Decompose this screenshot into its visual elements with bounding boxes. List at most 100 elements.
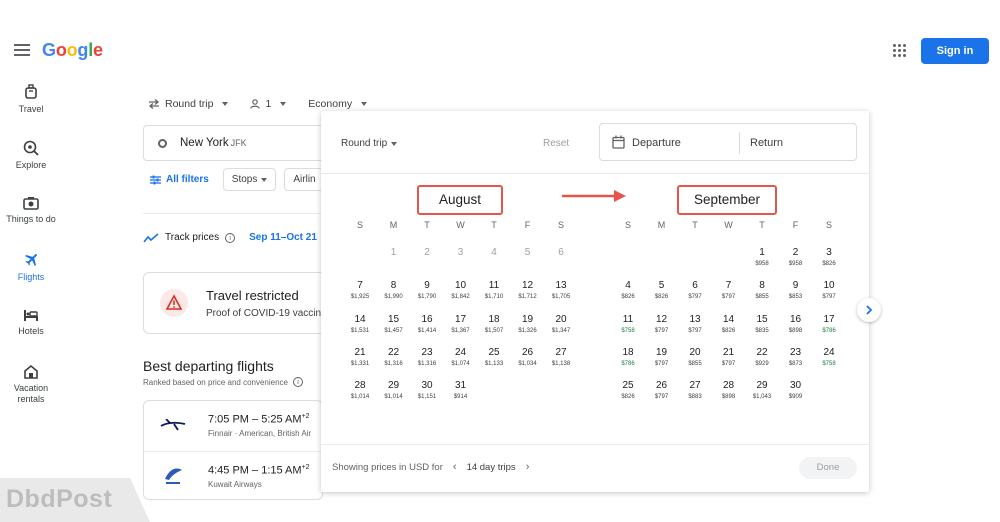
info-icon[interactable]: i [225,232,236,243]
nav-item-explore[interactable]: Explore [0,140,62,170]
calendar-day[interactable]: 19 $797 [645,347,679,367]
cabin-class-select[interactable]: Economy [308,98,368,110]
calendar-day[interactable]: 20 $855 [678,347,712,367]
calendar-day[interactable]: 30 $1,151 [410,380,444,400]
divider [143,213,323,214]
calendar-day[interactable]: 8 $1,990 [377,280,411,300]
calendar-day[interactable]: 22 $1,316 [377,347,411,367]
day-number: 25 [622,380,634,391]
calendar-day[interactable]: 12 $1,712 [511,280,545,300]
calendar-day[interactable]: 16 $898 [779,314,813,334]
origin-input[interactable]: New York JFK [143,125,343,161]
calendar-day[interactable]: 27 $883 [678,380,712,400]
calendar-day[interactable]: 29 $1,014 [377,380,411,400]
calendar-day[interactable]: 25 $1,133 [477,347,511,367]
calendar-day[interactable]: 17 $786 [812,314,846,334]
calendar-day[interactable]: 28 $898 [712,380,746,400]
calendar-day[interactable]: 11 $758 [611,314,645,334]
calendar-day[interactable]: 15 $1,457 [377,314,411,334]
calendar-day[interactable]: 25 $826 [611,380,645,400]
calendar-day[interactable]: 21 $1,331 [343,347,377,367]
google-logo[interactable]: Google [42,40,103,61]
calendar-day[interactable]: 28 $1,014 [343,380,377,400]
calendar-day[interactable]: 18 $786 [611,347,645,367]
calendar-day[interactable]: 23 $1,316 [410,347,444,367]
calendar-day[interactable]: 24 $758 [812,347,846,367]
day-number: 21 [722,347,735,358]
day-price: $1,507 [484,328,504,334]
calendar-day[interactable]: 10 $1,842 [444,280,478,300]
reset-button[interactable]: Reset [543,138,569,149]
menu-icon[interactable] [14,44,30,56]
day-price: $786 [822,328,836,334]
passengers-select[interactable]: 1 [250,98,287,110]
calendar-day[interactable]: 12 $797 [645,314,679,334]
chevron-left-icon[interactable]: ‹ [453,461,457,473]
calendar-day[interactable]: 4 $826 [611,280,645,300]
airlines-filter[interactable]: Airlin [284,168,325,191]
sign-in-button[interactable]: Sign in [921,38,989,64]
nav-item-things-to-do[interactable]: Things to do [0,196,62,224]
calendar-day[interactable]: 21 $797 [712,347,746,367]
calendar-day[interactable]: 7 $797 [712,280,746,300]
calendar-day[interactable]: 16 $1,414 [410,314,444,334]
calendar-day[interactable]: 24 $1,074 [444,347,478,367]
calendar-day[interactable]: 14 $826 [712,314,746,334]
calendar-day[interactable]: 11 $1,710 [477,280,511,300]
camera-icon [23,197,39,210]
calendar-day[interactable]: 8 $855 [745,280,779,300]
day-number: 2 [424,247,430,258]
chevron-right-icon[interactable]: › [526,461,530,473]
calendar-day[interactable]: 13 $1,705 [544,280,578,300]
calendar-day[interactable]: 22 $929 [745,347,779,367]
day-price: $786 [621,361,635,367]
calendar-day[interactable]: 13 $797 [678,314,712,334]
departure-input[interactable]: Departure [632,137,681,149]
trip-type-select[interactable]: Round trip [148,98,229,110]
calendar-day[interactable]: 2 $958 [779,247,813,267]
day-price: $797 [654,328,669,334]
travel-restricted-card[interactable]: Travel restricted Proof of COVID-19 vacc… [143,272,343,334]
day-price: $826 [654,294,669,300]
all-filters-button[interactable]: All filters [150,174,209,185]
stops-filter[interactable]: Stops [222,168,277,191]
calendar-day[interactable]: 20 $1,347 [544,314,578,334]
restricted-title: Travel restricted [206,288,299,303]
calendar-day[interactable]: 23 $873 [779,347,813,367]
day-number: 19 [655,347,668,358]
calendar-day[interactable]: 29 $1,043 [745,380,779,400]
calendar-day[interactable]: 7 $1,925 [343,280,377,300]
track-dates[interactable]: Sep 11–Oct 21 [249,232,317,243]
calendar-day[interactable]: 26 $797 [645,380,679,400]
calendar-day[interactable]: 3 $826 [812,247,846,267]
warning-icon [160,289,188,317]
next-month-button[interactable] [857,298,881,322]
done-button[interactable]: Done [799,457,857,479]
calendar-day[interactable]: 30 $909 [779,380,813,400]
nav-item-travel[interactable]: Travel [0,84,62,114]
calendar-day[interactable]: 1 $958 [745,247,779,267]
apps-grid-icon[interactable] [893,44,907,58]
calendar-day[interactable]: 9 $853 [779,280,813,300]
calendar-day[interactable]: 26 $1,034 [511,347,545,367]
nav-item-hotels[interactable]: Hotels [0,308,62,336]
nav-item-flights[interactable]: Flights [0,252,62,282]
nav-item-vacation-rentals[interactable]: Vacation rentals [0,364,62,405]
calendar-day[interactable]: 9 $1,790 [410,280,444,300]
day-number: 17 [454,314,467,325]
calendar-day[interactable]: 18 $1,507 [477,314,511,334]
calendar-day[interactable]: 14 $1,531 [343,314,377,334]
calendar-day: 2 [410,247,444,259]
day-price: $1,133 [484,361,504,367]
calendar-day[interactable]: 17 $1,367 [444,314,478,334]
calendar-trip-type-select[interactable]: Round trip [341,138,398,149]
calendar-day[interactable]: 15 $835 [745,314,779,334]
calendar-day[interactable]: 5 $826 [645,280,679,300]
info-icon[interactable]: i [293,377,303,387]
calendar-day[interactable]: 10 $797 [812,280,846,300]
calendar-day[interactable]: 19 $1,326 [511,314,545,334]
calendar-day[interactable]: 27 $1,138 [544,347,578,367]
calendar-day[interactable]: 6 $797 [678,280,712,300]
return-input[interactable]: Return [750,137,783,149]
calendar-day[interactable]: 31 $914 [444,380,478,400]
